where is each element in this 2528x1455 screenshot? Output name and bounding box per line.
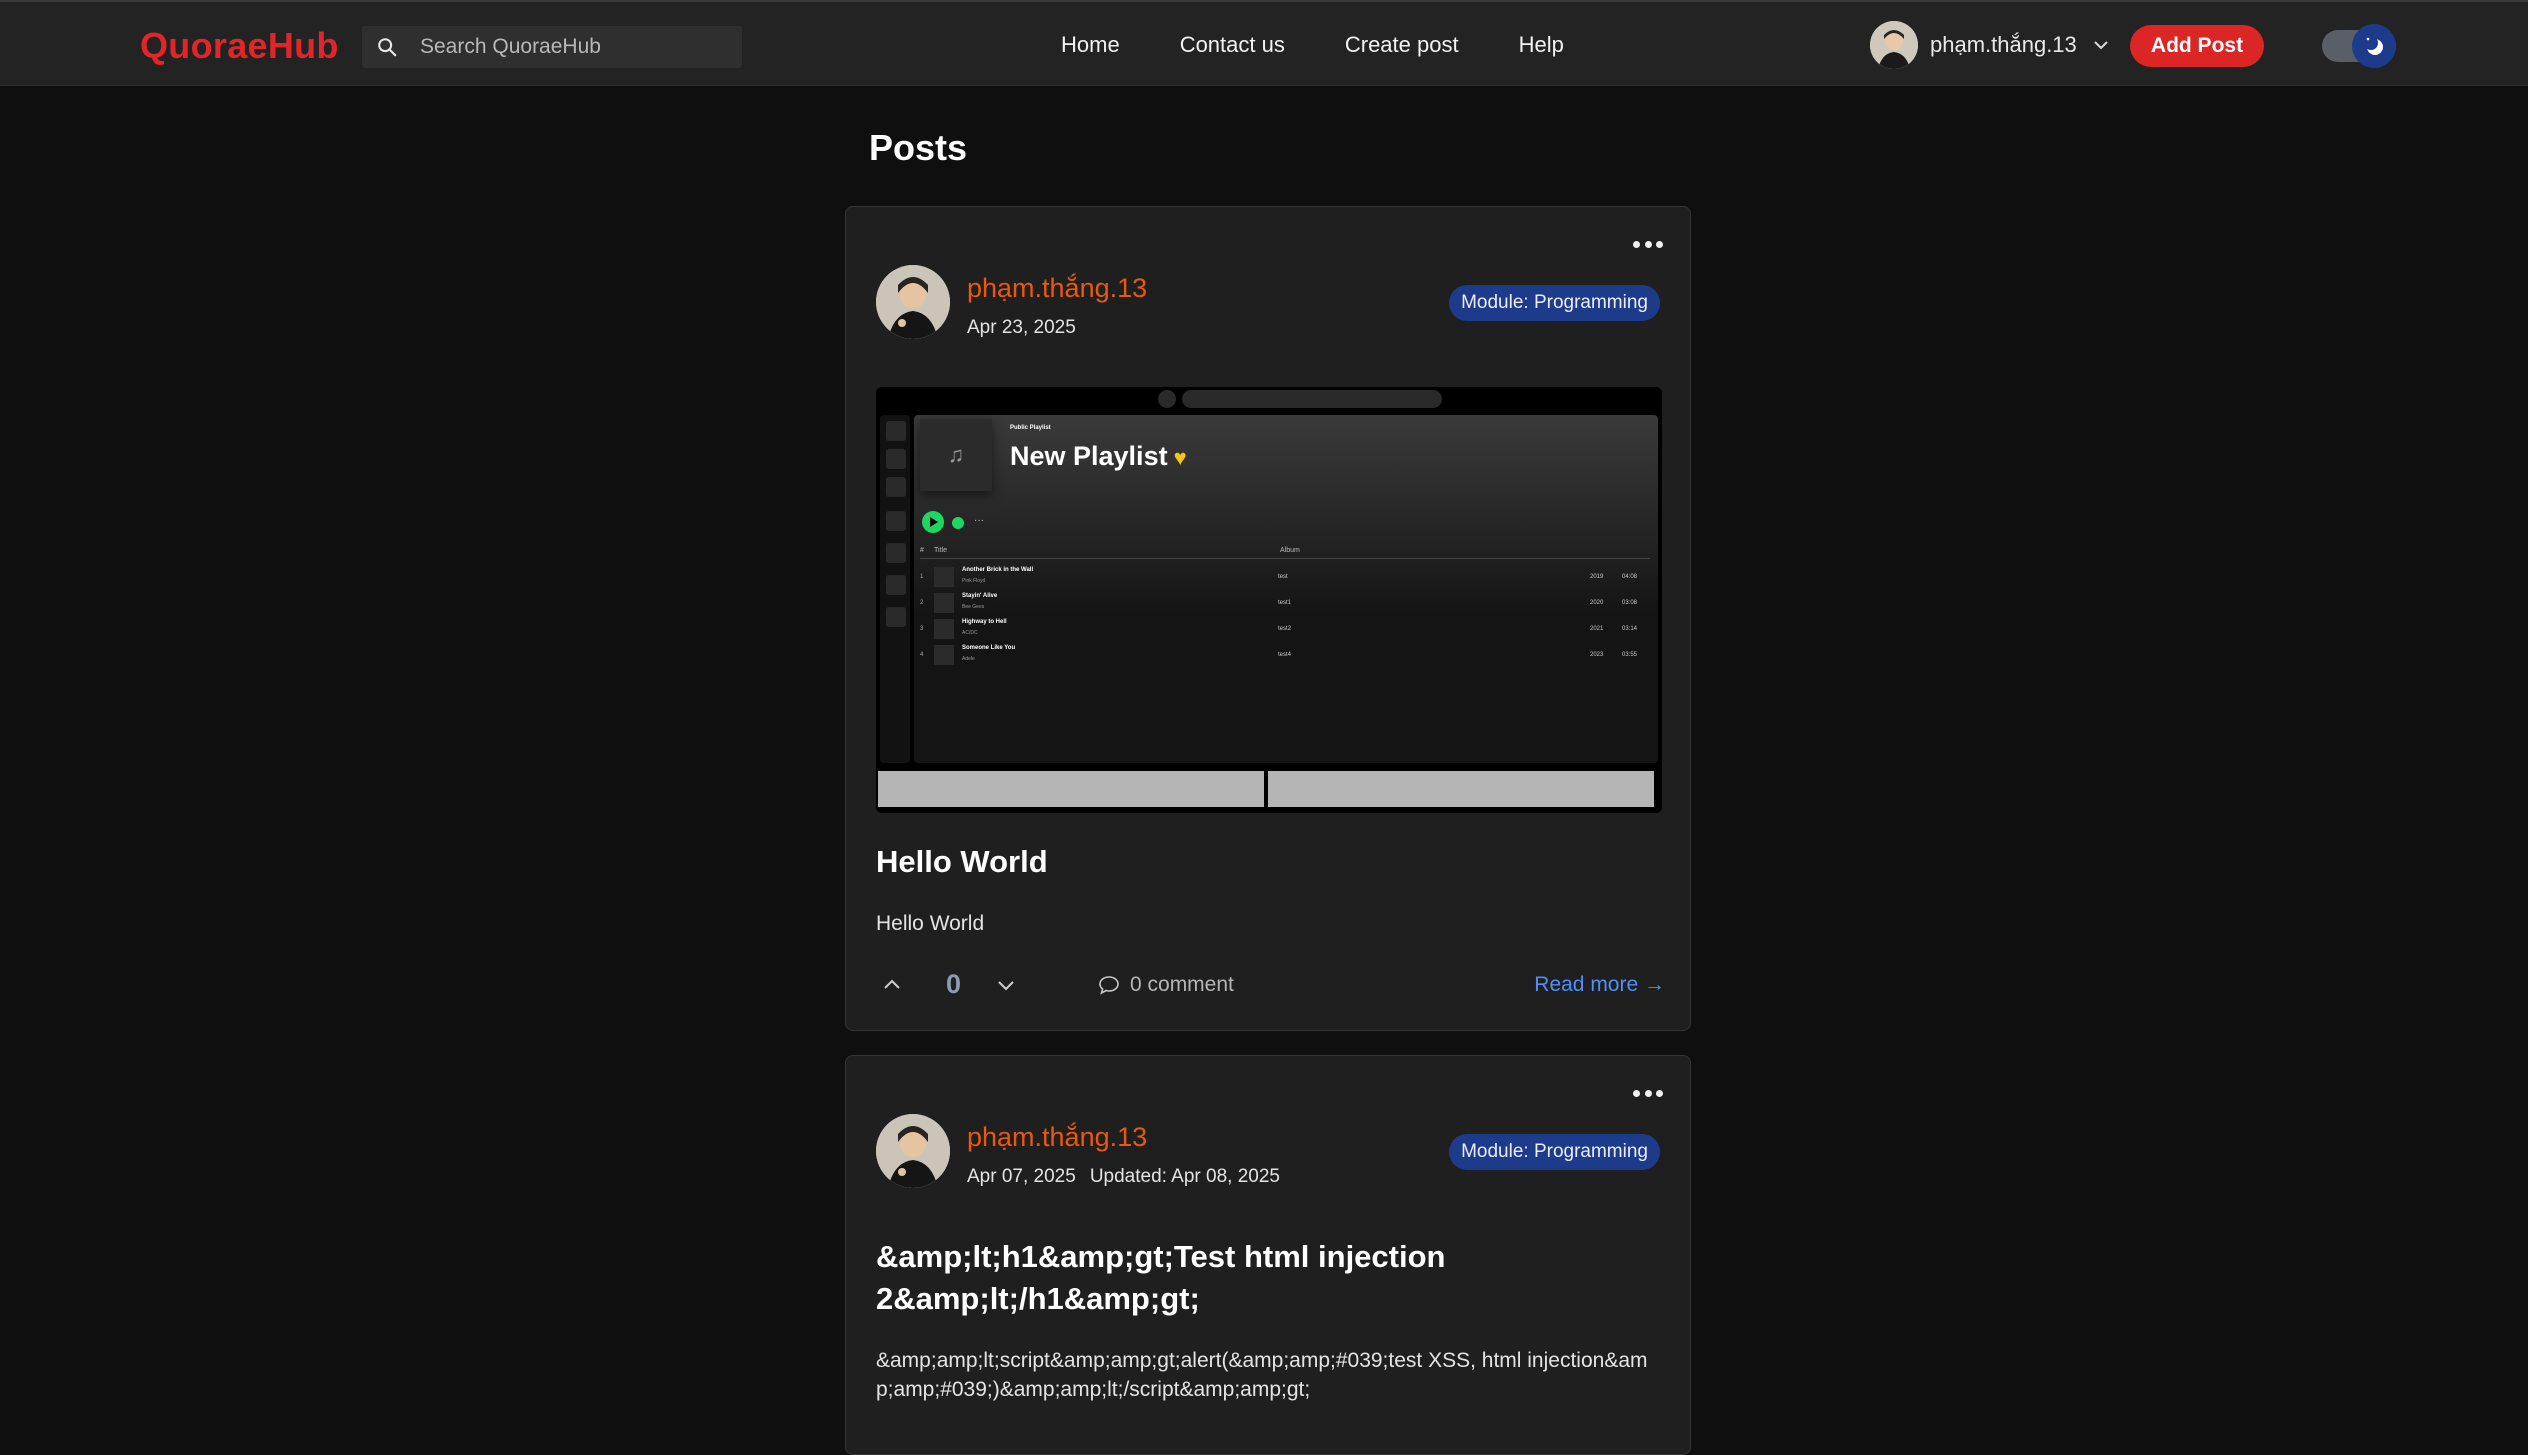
chevron-up-icon [884,979,900,989]
play-icon [922,511,944,533]
playlist-thumb [886,575,906,595]
music-note-icon: ♫ [920,419,992,491]
module-badge[interactable]: Module: Programming [1449,1134,1660,1170]
playlist-label: Public Playlist [1010,425,1051,431]
image-footer [876,767,1662,813]
page-title: Posts [869,127,968,168]
post-date: Apr 07, 2025 Updated: Apr 08, 2025 [967,1166,1280,1188]
library-icon [886,421,906,441]
updated-date: Updated: Apr 08, 2025 [1089,1166,1280,1187]
playlist-thumb [886,477,906,497]
theme-toggle[interactable] [2322,24,2396,68]
more-options-icon[interactable] [1633,237,1663,251]
comment-icon [1099,976,1119,995]
more-icon: ··· [974,515,984,526]
author-name[interactable]: phạm.thắng.13 [967,273,1147,304]
avatar [1870,21,1918,69]
created-date: Apr 23, 2025 [967,317,1076,338]
playlist-thumb [886,511,906,531]
moon-icon [2352,24,2396,68]
playlist-thumb [886,543,906,563]
placeholder-bar [878,771,1264,807]
track-row: 4 Someone Like You Adele test4 2023 03:5… [920,643,1650,667]
nav-contact[interactable]: Contact us [1180,32,1285,58]
vote-count: 0 [946,969,962,999]
chevron-down-icon [2094,41,2108,50]
post-date: Apr 23, 2025 [967,317,1076,339]
search-bar [1182,390,1442,408]
created-date: Apr 07, 2025 [967,1166,1076,1187]
comment-link[interactable]: 0 comment [1098,973,1234,997]
search-box[interactable] [362,26,742,68]
playlist-title: New Playlist ♥ [1010,441,1187,471]
post-actions: 0 0 comment Read more → [876,965,1665,1005]
nav-home[interactable]: Home [1061,32,1120,58]
post-card: phạm.thắng.13 Apr 07, 2025 Updated: Apr 0… [845,1055,1691,1455]
post-body: &amp;amp;lt;script&amp;amp;gt;alert(&amp… [876,1349,1648,1401]
search-icon [378,38,397,57]
check-icon [952,517,964,529]
library-sidebar [880,415,910,763]
post-image[interactable]: ♫ Public Playlist New Playlist ♥ ··· # Ti… [876,387,1662,813]
avatar[interactable] [876,1114,950,1188]
brand-logo[interactable]: QuoraeHub [140,25,339,67]
user-menu[interactable]: phạm.thắng.13 [1870,21,2111,69]
track-header: # Title Album [920,545,1650,559]
playlist-thumb [886,449,906,469]
placeholder-bar [1268,771,1654,807]
downvote-button[interactable] [992,971,1020,999]
top-navbar: QuoraeHub Home Contact us Create post He… [0,0,2528,86]
main-nav: Home Contact us Create post Help [1061,32,1624,58]
more-options-icon[interactable] [1633,1086,1663,1100]
heart-icon: ♥ [1173,445,1187,470]
nav-help[interactable]: Help [1519,32,1564,58]
search-input[interactable] [420,26,730,68]
upvote-button[interactable] [878,971,906,999]
add-post-button[interactable]: Add Post [2130,25,2264,67]
chevron-down-icon [998,981,1014,991]
avatar[interactable] [876,265,950,339]
post-body: Hello World [876,912,985,935]
post-title[interactable]: Hello World [876,841,1048,883]
playlist-view: ♫ Public Playlist New Playlist ♥ ··· # Ti… [914,415,1658,763]
user-name: phạm.thắng.13 [1930,32,2077,57]
track-row: 2 Stayin' Alive Bee Gees test1 2020 03:0… [920,591,1650,615]
post-title[interactable]: &amp;lt;h1&amp;gt;Test html injection 2&… [876,1236,1576,1320]
playlist-thumb [886,607,906,627]
track-row: 1 Another Brick in the Wall Pink Floyd t… [920,565,1650,589]
post-card: phạm.thắng.13 Apr 23, 2025 Module: Progr… [845,206,1691,1031]
nav-create-post[interactable]: Create post [1345,32,1459,58]
track-row: 3 Highway to Hell AC/DC test2 2021 03:14 [920,617,1650,641]
author-name[interactable]: phạm.thắng.13 [967,1122,1147,1153]
module-badge[interactable]: Module: Programming [1449,285,1660,321]
home-icon [1158,390,1176,408]
window-titlebar [876,387,1662,411]
read-more-link[interactable]: Read more → [1534,973,1665,997]
